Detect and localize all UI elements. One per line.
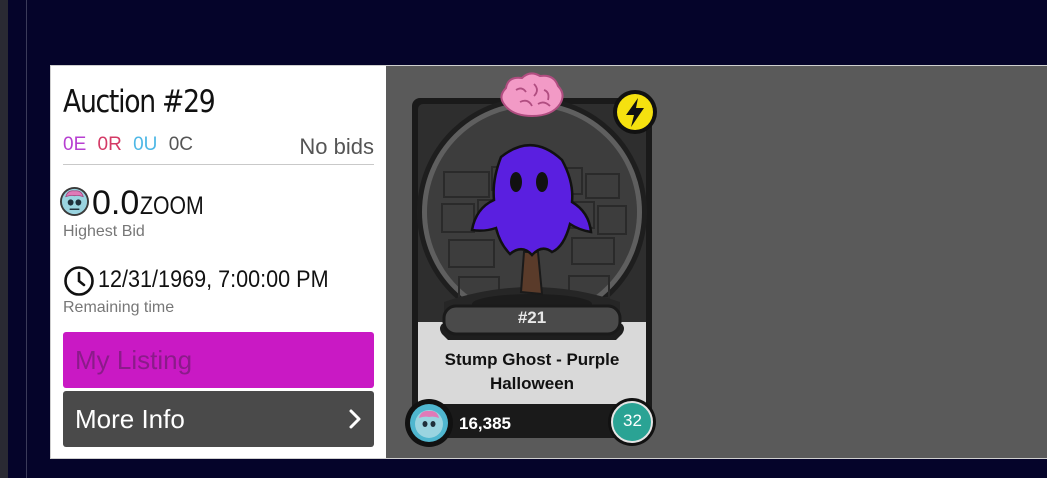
my-listing-button[interactable]: My Listing <box>63 332 374 388</box>
highest-bid-unit: ZOOM <box>140 192 204 220</box>
more-info-button[interactable]: More Info <box>63 391 374 447</box>
auction-title: Auction #29 <box>63 84 216 120</box>
remaining-time-value: 12/31/1969, 7:00:00 PM <box>98 266 329 293</box>
card-level: 32 <box>623 411 642 430</box>
divider <box>63 164 374 165</box>
chevron-right-icon <box>349 409 361 429</box>
rarity-counts: 0E 0R 0U 0C <box>63 134 199 156</box>
bid-status: No bids <box>299 134 374 159</box>
card-serial-number: #21 <box>517 308 547 327</box>
more-info-label: More Info <box>75 404 185 434</box>
left-edge-strip <box>0 0 8 478</box>
rarity-count-uncommon: 0U <box>133 134 158 155</box>
rarity-count-rare: 0R <box>97 134 122 155</box>
card-name-line-1: Stump Ghost - Purple <box>444 350 620 369</box>
clock-icon <box>64 266 94 296</box>
brain-icon <box>500 72 564 118</box>
frame-divider <box>26 0 27 478</box>
card-token-badge <box>405 399 453 447</box>
zombie-token-icon <box>59 186 90 217</box>
card-count: 16,385 <box>459 414 511 433</box>
card-name-line-2: Halloween <box>489 374 575 393</box>
rarity-count-common: 0C <box>168 134 193 155</box>
remaining-time-caption: Remaining time <box>63 299 175 316</box>
highest-bid-caption: Highest Bid <box>63 223 145 240</box>
card-name: Stump Ghost - Purple Halloween <box>426 348 638 396</box>
auction-info-panel: Auction #29 0E 0R 0U 0C No bids 0.0 ZOOM… <box>51 66 386 458</box>
my-listing-label: My Listing <box>75 345 193 375</box>
highest-bid-value: 0.0 <box>92 184 140 222</box>
rarity-count-epic: 0E <box>63 134 87 155</box>
lightning-badge <box>613 90 657 134</box>
